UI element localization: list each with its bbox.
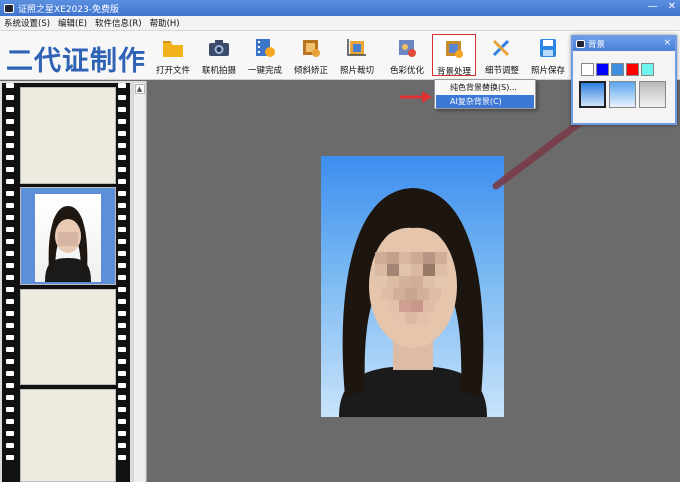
thumbnail-photo bbox=[35, 194, 101, 282]
title-bar: 证照之星XE2023-免费版 — ✕ bbox=[0, 0, 680, 16]
palette-icon bbox=[399, 40, 416, 57]
background-dropdown-menu: 纯色背景替换(S)... AI复杂背景(C) bbox=[434, 79, 536, 109]
swatch-light-blue[interactable] bbox=[611, 63, 624, 76]
swatch-blue[interactable] bbox=[596, 63, 609, 76]
red-arrow-annotation-icon bbox=[400, 91, 432, 103]
menu-bar: 系统设置(S) 编辑(E) 软件信息(R) 帮助(H) bbox=[0, 16, 680, 31]
photo-canvas bbox=[148, 81, 680, 482]
portrait-photo bbox=[321, 156, 504, 417]
panel-close-button[interactable]: × bbox=[663, 38, 671, 48]
menu-help[interactable]: 帮助(H) bbox=[150, 17, 180, 29]
gradient-blue[interactable] bbox=[579, 81, 606, 108]
background-process-button[interactable]: 背景处理 bbox=[432, 34, 476, 77]
color-optimize-button[interactable]: 色彩优化 bbox=[385, 34, 429, 76]
thumbnail-scrollbar[interactable]: ▲ bbox=[133, 83, 145, 482]
film-holes-left bbox=[5, 83, 15, 482]
camera-icon bbox=[209, 40, 229, 56]
photo-crop-label: 照片裁切 bbox=[339, 66, 374, 76]
crop-icon bbox=[347, 39, 366, 56]
tilt-correction-label: 倾斜矫正 bbox=[293, 66, 328, 76]
thumbnail-panel: ▲ bbox=[0, 81, 147, 482]
menu-system[interactable]: 系统设置(S) bbox=[4, 17, 50, 29]
detail-adjust-label: 细节调整 bbox=[484, 66, 519, 76]
swatch-cyan[interactable] bbox=[641, 63, 654, 76]
tilt-correction-button[interactable]: 倾斜矫正 bbox=[289, 34, 333, 76]
solid-background-replace-item[interactable]: 纯色背景替换(S)... bbox=[436, 81, 534, 94]
gradient-swatches bbox=[573, 76, 675, 108]
gradient-gray[interactable] bbox=[639, 81, 666, 108]
one-click-label: 一键完成 bbox=[247, 66, 282, 76]
thumbnail-slot-2[interactable] bbox=[20, 187, 116, 285]
photo-save-button[interactable]: 照片保存 bbox=[526, 34, 570, 76]
save-icon bbox=[540, 39, 556, 57]
film-holes-right bbox=[117, 83, 127, 482]
background-panel: 背景 × bbox=[571, 35, 677, 125]
swatch-red[interactable] bbox=[626, 63, 639, 76]
rotate-photo-icon bbox=[303, 40, 320, 57]
color-optimize-label: 色彩优化 bbox=[389, 66, 424, 76]
background-icon bbox=[446, 41, 463, 58]
camera-capture-button[interactable]: 联机拍摄 bbox=[197, 34, 241, 76]
color-swatches bbox=[573, 51, 675, 76]
menu-software-info[interactable]: 软件信息(R) bbox=[95, 17, 142, 29]
camera-capture-label: 联机拍摄 bbox=[201, 66, 236, 76]
open-file-button[interactable]: 打开文件 bbox=[151, 34, 195, 76]
film-strip bbox=[2, 83, 130, 482]
brand-title: 二代证制作 bbox=[6, 46, 146, 77]
menu-edit[interactable]: 编辑(E) bbox=[58, 17, 87, 29]
minimize-button[interactable]: — bbox=[648, 1, 658, 12]
app-icon bbox=[4, 3, 14, 13]
folder-icon bbox=[163, 41, 183, 57]
swatch-white[interactable] bbox=[581, 63, 594, 76]
scroll-up-arrow-icon[interactable]: ▲ bbox=[134, 84, 145, 94]
gradient-light-blue[interactable] bbox=[609, 81, 636, 108]
close-button[interactable]: ✕ bbox=[668, 1, 676, 12]
one-click-button[interactable]: 一键完成 bbox=[243, 34, 287, 76]
photo-crop-button[interactable]: 照片裁切 bbox=[335, 34, 379, 76]
panel-camera-icon bbox=[576, 40, 585, 48]
film-star-icon bbox=[256, 39, 275, 57]
open-file-label: 打开文件 bbox=[155, 66, 190, 76]
tools-icon bbox=[492, 39, 510, 57]
background-panel-titlebar[interactable]: 背景 × bbox=[573, 37, 675, 51]
window-title: 证照之星XE2023-免费版 bbox=[18, 4, 120, 15]
photo-save-label: 照片保存 bbox=[530, 66, 565, 76]
thumbnail-slot-1[interactable] bbox=[20, 87, 116, 184]
thumbnail-slot-3[interactable] bbox=[20, 289, 116, 385]
ai-complex-background-item[interactable]: AI复杂背景(C) bbox=[436, 95, 534, 108]
thumbnail-slot-4[interactable] bbox=[20, 389, 116, 482]
background-panel-title: 背景 bbox=[588, 40, 606, 50]
detail-adjust-button[interactable]: 细节调整 bbox=[480, 34, 524, 76]
background-process-label: 背景处理 bbox=[436, 67, 471, 77]
